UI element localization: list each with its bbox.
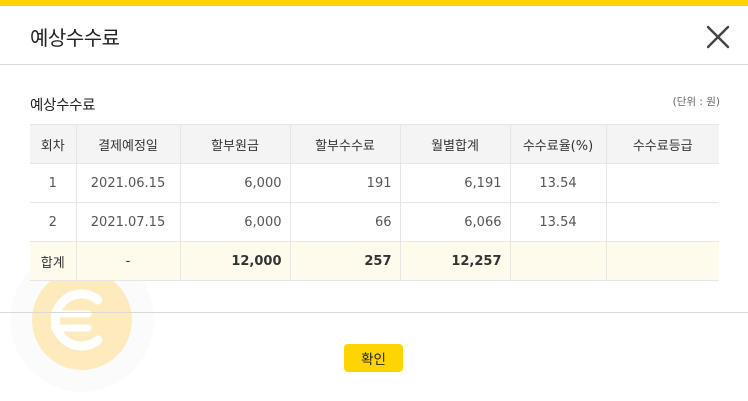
- table-row: 1 2021.06.15 6,000 191 6,191 13.54: [30, 163, 719, 203]
- footer-divider: [0, 312, 748, 313]
- cell-fee-rate: 13.54: [509, 202, 606, 242]
- cell-monthly-total: 6,066: [399, 202, 510, 242]
- section-title: 예상수수료: [30, 98, 96, 114]
- close-icon: [706, 25, 730, 49]
- cell-monthly-total: 6,191: [399, 163, 510, 203]
- cell-payment-date: 2021.06.15: [75, 163, 180, 203]
- modal-header: 예상수수료: [0, 6, 748, 65]
- total-fee-grade: [605, 241, 719, 281]
- total-principal: 12,000: [179, 241, 290, 281]
- cell-fee-grade: [605, 202, 719, 242]
- total-monthly-total: 12,257: [399, 241, 510, 281]
- cell-fee-grade: [605, 163, 719, 203]
- header-round: 회차: [30, 124, 76, 164]
- total-label: 합계: [30, 241, 76, 281]
- table-header-row: 회차 결제예정일 할부원금 할부수수료 월별합계 수수료율(%) 수수료등급: [30, 124, 719, 164]
- cell-round: 1: [30, 163, 76, 203]
- header-payment-date: 결제예정일: [75, 124, 180, 164]
- header-fee-grade: 수수료등급: [605, 124, 719, 164]
- cell-principal: 6,000: [179, 202, 290, 242]
- total-installment-fee: 257: [289, 241, 400, 281]
- header-monthly-total: 월별합계: [399, 124, 510, 164]
- header-installment-fee: 할부수수료: [289, 124, 400, 164]
- header-principal: 할부원금: [179, 124, 290, 164]
- fee-table-container: 회차 결제예정일 할부원금 할부수수료 월별합계 수수료율(%) 수수료등급 1…: [30, 124, 719, 281]
- total-row: 합계 - 12,000 257 12,257: [30, 241, 719, 281]
- confirm-button[interactable]: 확인: [344, 344, 403, 372]
- table-row: 2 2021.07.15 6,000 66 6,066 13.54: [30, 202, 719, 242]
- cell-installment-fee: 66: [289, 202, 400, 242]
- fee-table: 회차 결제예정일 할부원금 할부수수료 월별합계 수수료율(%) 수수료등급 1…: [30, 124, 719, 281]
- cell-fee-rate: 13.54: [509, 163, 606, 203]
- unit-label: (단위 : 원): [672, 96, 720, 108]
- header-fee-rate: 수수료율(%): [509, 124, 606, 164]
- cell-round: 2: [30, 202, 76, 242]
- modal-title: 예상수수료: [30, 26, 120, 50]
- cell-principal: 6,000: [179, 163, 290, 203]
- cell-installment-fee: 191: [289, 163, 400, 203]
- total-payment-date: -: [75, 241, 180, 281]
- close-button[interactable]: [704, 23, 732, 51]
- total-fee-rate: [509, 241, 606, 281]
- euro-coin-icon: [50, 289, 103, 351]
- cell-payment-date: 2021.07.15: [75, 202, 180, 242]
